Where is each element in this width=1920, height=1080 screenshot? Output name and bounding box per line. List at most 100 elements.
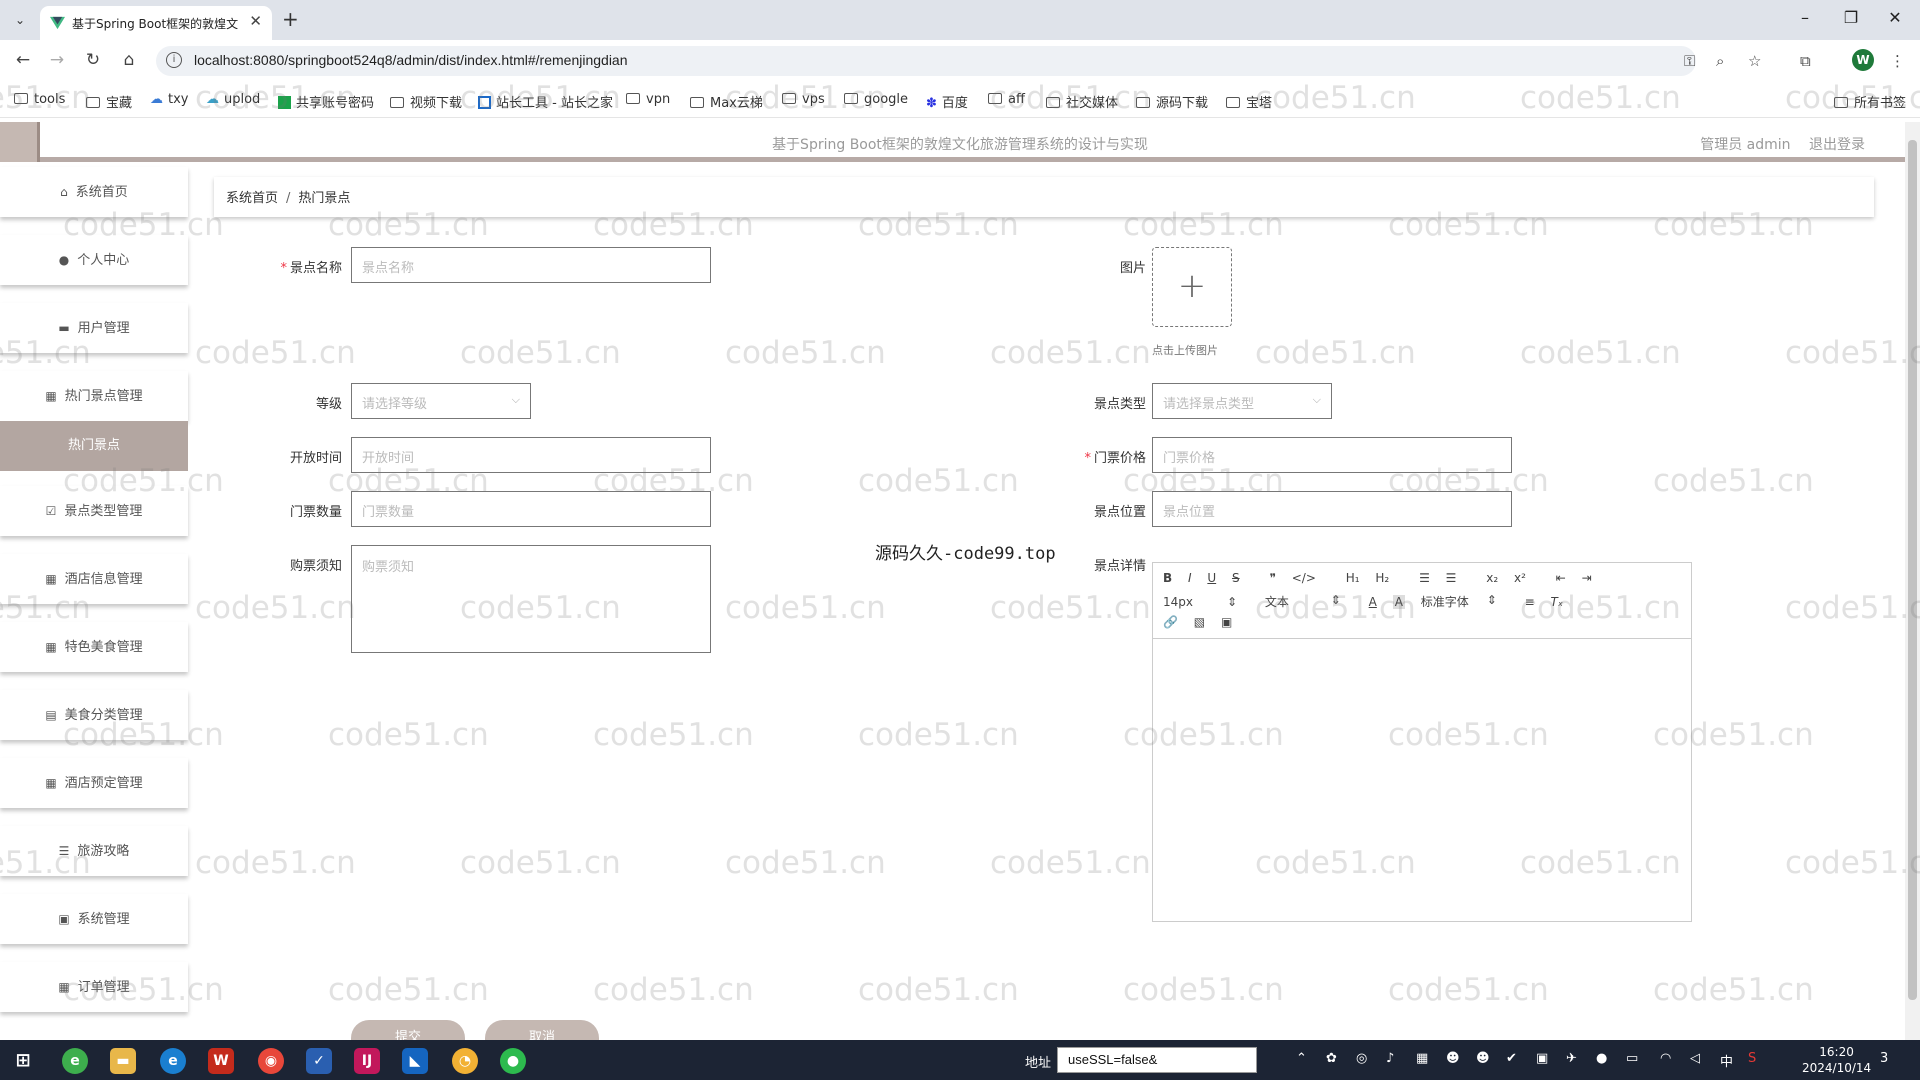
code51-watermark: code51.cn [1123,972,1284,1008]
url-field[interactable]: i localhost:8080/springboot524q8/admin/d… [156,46,1696,76]
tray-overflow-icon[interactable]: ⌃ [1296,1051,1307,1066]
indent-icon[interactable]: ⇥ [1582,571,1592,585]
tray-app2-icon[interactable]: ◎ [1356,1051,1367,1066]
wifi-icon[interactable]: ◠ [1660,1051,1671,1066]
code51-watermark: code51.cn [1653,463,1814,499]
detail-label: 景点详情 [1093,559,1146,574]
sidebar-item-hotel-bookings[interactable]: ▦ 酒店预定管理 [0,758,188,808]
code51-watermark: code51.cn [195,335,356,371]
password-key-icon[interactable]: ⚿ [1684,52,1695,70]
chrome-icon[interactable]: ◉ [258,1048,284,1074]
image-icon[interactable]: ▧ [1194,615,1205,629]
tray-app5-icon[interactable]: ☻ [1476,1051,1490,1066]
microphone-icon[interactable]: ♪ [1386,1051,1394,1066]
underline-icon[interactable]: U [1207,571,1216,585]
bookmark-star-icon[interactable]: ☆ [1748,52,1761,70]
code51-watermark: code51.cn [990,845,1151,881]
wps-icon[interactable]: W [208,1048,234,1074]
bookmark-video-download[interactable]: 视频下载 [390,92,462,111]
address-toolbar-input[interactable]: useSSL=false& [1057,1047,1257,1073]
bold-icon[interactable]: B [1163,571,1172,585]
site-info-icon[interactable]: i [166,52,182,68]
ordered-list-icon[interactable]: ☰ [1419,571,1430,585]
chevron-down-icon: ⌵ [1312,393,1321,406]
browser-menu-icon[interactable]: ⋮ [1890,52,1905,70]
code51-watermark: code51.cn [195,80,356,116]
forward-icon[interactable]: → [46,50,68,70]
font-family-select[interactable]: 标准字体 ⇕ [1421,593,1509,610]
intellij-icon[interactable]: IJ [354,1048,380,1074]
tray-app7-icon[interactable]: ▣ [1536,1051,1548,1066]
tab-close-icon[interactable]: ✕ [249,12,262,30]
tab-search-icon[interactable]: ⌄ [8,8,32,32]
cat-icon[interactable]: ◔ [452,1048,478,1074]
restore-icon[interactable]: ❐ [1836,8,1866,27]
notification-icon[interactable]: 3 [1880,1051,1888,1066]
grid-icon: ▦ [45,640,57,654]
level-select[interactable]: 请选择等级 ⌵ [351,383,531,419]
minimize-icon[interactable]: – [1790,8,1820,27]
ime-indicator[interactable]: 中 [1720,1051,1733,1070]
h1-icon[interactable]: H₁ [1346,571,1360,585]
superscript-icon[interactable]: x² [1514,571,1526,585]
required-mark: * [1084,451,1091,466]
subscript-icon[interactable]: x₂ [1486,571,1498,585]
new-tab-icon[interactable]: + [282,7,299,31]
browser-tab[interactable]: 基于Spring Boot框架的敦煌文 ✕ [40,6,272,40]
code51-watermark: code51.cn [725,80,886,116]
tray-app6-icon[interactable]: ✔ [1506,1051,1517,1066]
bullet-list-icon[interactable]: ☰ [1446,571,1457,585]
tray-app-icon[interactable]: ✿ [1326,1051,1337,1066]
tray-wechat-icon[interactable]: ● [1596,1051,1607,1066]
clock[interactable]: 16:20 2024/10/14 [1802,1044,1871,1076]
outdent-icon[interactable]: ⇤ [1556,571,1566,585]
sidebar-item-attractions-mgmt[interactable]: ▦ 热门景点管理 [0,371,188,421]
sidebar-item-system[interactable]: ▣ 系统管理 [0,894,188,944]
profile-avatar[interactable]: W [1852,49,1874,71]
wechat-icon[interactable]: ● [500,1048,526,1074]
breadcrumb-home[interactable]: 系统首页 [226,191,278,206]
sql-icon[interactable]: ◣ [402,1048,428,1074]
h2-icon[interactable]: H₂ [1375,571,1389,585]
volume-icon[interactable]: ◁ [1690,1051,1700,1066]
type-label: 景点类型 [1093,397,1146,412]
app-e-icon[interactable]: e [62,1048,88,1074]
sogou-icon[interactable]: S [1748,1051,1756,1066]
code51-watermark: code51.cn [195,590,356,626]
windows-start-icon[interactable]: ⊞ [10,1048,36,1074]
type-select[interactable]: 请选择景点类型 ⌵ [1152,383,1332,419]
extensions-icon[interactable]: ⧉ [1800,52,1811,70]
bookmark-treasure[interactable]: 宝藏 [86,92,132,111]
reload-icon[interactable]: ↻ [82,50,104,70]
folder-icon [690,97,704,108]
bookmark-vpn[interactable]: vpn [626,92,670,107]
window-close-icon[interactable]: ✕ [1880,8,1910,27]
font-size-select[interactable]: 14px ⇕ [1163,595,1249,609]
back-icon[interactable]: ← [12,50,34,70]
logout-link[interactable]: 退出登录 [1809,137,1865,153]
video-icon[interactable]: ▣ [1221,615,1232,629]
blockquote-icon[interactable]: ❞ [1269,571,1275,585]
page-scrollbar[interactable] [1905,122,1920,1040]
home-icon[interactable]: ⌂ [118,50,140,70]
tray-app3-icon[interactable]: ▦ [1416,1051,1428,1066]
tray-app4-icon[interactable]: ☻ [1446,1051,1460,1066]
vscode-check-icon[interactable]: ✓ [306,1048,332,1074]
code-icon[interactable]: </> [1292,571,1316,585]
tray-app8-icon[interactable]: ✈ [1566,1051,1577,1066]
attraction-name-input[interactable]: 景点名称 [351,247,711,283]
file-explorer-icon[interactable]: ▬ [110,1048,136,1074]
bookmark-txy[interactable]: ☁ txy [150,92,188,107]
code51-watermark: code51.cn [63,717,224,753]
edge-icon[interactable]: e [160,1048,186,1074]
battery-icon[interactable]: ▭ [1626,1051,1638,1066]
strike-icon[interactable]: S [1232,571,1240,585]
bookmark-baidu[interactable]: ✽ 百度 [926,92,968,111]
url-text: localhost:8080/springboot524q8/admin/dis… [194,52,628,68]
sidebar-item-food[interactable]: ▦ 特色美食管理 [0,622,188,672]
italic-icon[interactable]: I [1188,571,1192,585]
vue-favicon-icon [50,16,65,30]
image-upload[interactable]: + [1152,247,1232,327]
zoom-icon[interactable]: ⌕ [1716,52,1724,70]
link-icon[interactable]: 🔗 [1163,615,1178,629]
